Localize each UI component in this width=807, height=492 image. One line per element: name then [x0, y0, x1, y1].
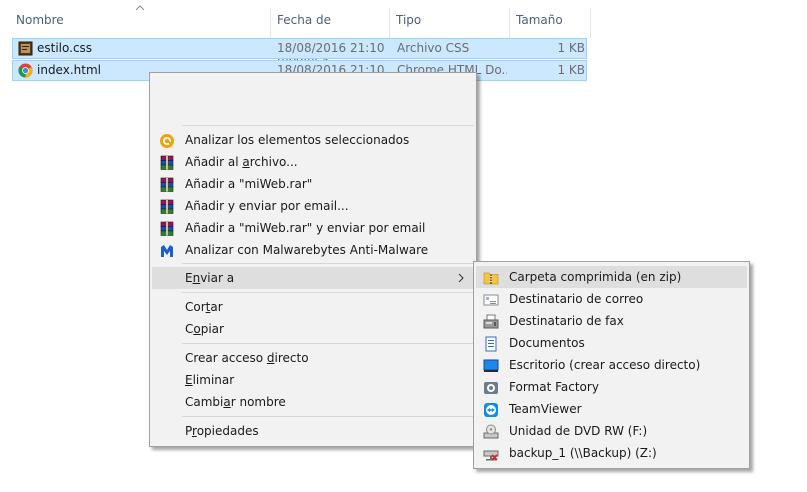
menu-item-label: Cambiar nombre [185, 395, 286, 409]
column-header-row: Nombre Fecha de modifica... Tipo Tamaño [0, 0, 807, 67]
zip-folder-icon [483, 272, 499, 285]
winrar-icon [160, 155, 174, 170]
network-drive-icon [483, 450, 499, 461]
submenu-item-network-drive[interactable]: backup_1 (\\Backup) (Z:) [476, 442, 747, 464]
menu-item-label: Copiar [185, 322, 224, 336]
menu-item-label: Analizar los elementos seleccionados [185, 133, 410, 147]
file-name: estilo.css [37, 41, 93, 55]
menu-item-cambiar-nombre[interactable]: Cambiar nombre [152, 391, 474, 413]
menu-item-label: Añadir al archivo... [185, 155, 298, 169]
submenu-item-label: Documentos [509, 336, 585, 350]
menu-separator [182, 343, 474, 344]
documents-icon [485, 336, 497, 352]
file-row-estilo-css[interactable]: estilo.css 18/08/2016 21:10 Archivo CSS … [12, 38, 587, 59]
format-factory-icon [484, 382, 498, 394]
menu-item-enviar-a[interactable]: Enviar a [152, 267, 474, 289]
submenu-item-dvd-drive[interactable]: Unidad de DVD RW (F:) [476, 420, 747, 442]
submenu-item-label: Unidad de DVD RW (F:) [509, 424, 648, 438]
css-file-icon [18, 41, 33, 56]
menu-separator [182, 416, 474, 417]
menu-item-label: Propiedades [185, 424, 259, 438]
menu-item-anadir-miweb-rar[interactable]: Añadir a "miWeb.rar" [152, 173, 474, 195]
chrome-icon [18, 63, 33, 78]
menu-item-label: Añadir a "miWeb.rar" [185, 177, 313, 191]
submenu-item-label: Destinatario de fax [509, 314, 624, 328]
submenu-item-label: Carpeta comprimida (en zip) [509, 270, 682, 284]
winrar-icon [160, 221, 174, 236]
submenu-item-desktop[interactable]: Escritorio (crear acceso directo) [476, 354, 747, 376]
menu-item-anadir-archivo[interactable]: Añadir al archivo... [152, 151, 474, 173]
context-menu: Analizar los elementos seleccionados Aña… [149, 72, 477, 447]
column-header-type[interactable]: Tipo [390, 0, 509, 38]
file-type: Archivo CSS [397, 41, 470, 55]
winrar-icon [160, 199, 174, 214]
submenu-item-label: backup_1 (\\Backup) (Z:) [509, 446, 657, 460]
column-header-size[interactable]: Tamaño [510, 0, 590, 38]
submenu-item-documents[interactable]: Documentos [476, 332, 747, 354]
winrar-icon [160, 177, 174, 192]
menu-item-propiedades[interactable]: Propiedades [152, 420, 474, 442]
menu-item-crear-acceso-directo[interactable]: Crear acceso directo [152, 347, 474, 369]
submenu-item-label: TeamViewer [509, 402, 582, 416]
chevron-right-icon [458, 273, 464, 283]
submenu-item-mail-recipient[interactable]: Destinatario de correo [476, 288, 747, 310]
malwarebytes-icon [161, 245, 173, 257]
file-name: index.html [37, 63, 101, 77]
menu-item-label: Añadir y enviar por email... [185, 199, 349, 213]
file-size: 1 KB [557, 41, 585, 55]
submenu-item-label: Destinatario de correo [509, 292, 644, 306]
file-date: 18/08/2016 21:10 [277, 41, 385, 55]
menu-item-eliminar[interactable]: Eliminar [152, 369, 474, 391]
menu-item-cortar[interactable]: Cortar [152, 296, 474, 318]
submenu-item-teamviewer[interactable]: TeamViewer [476, 398, 747, 420]
submenu-item-zip-folder[interactable]: Carpeta comprimida (en zip) [476, 266, 747, 288]
dvd-drive-icon [483, 424, 499, 439]
mail-recipient-icon [483, 294, 499, 306]
menu-separator [182, 292, 474, 293]
scan-icon [160, 134, 174, 148]
submenu-item-label: Format Factory [509, 380, 599, 394]
menu-item-anadir-enviar-email[interactable]: Añadir y enviar por email... [152, 195, 474, 217]
menu-item-label: Añadir a "miWeb.rar" y enviar por email [185, 221, 426, 235]
column-header-date[interactable]: Fecha de modifica... [271, 0, 389, 67]
menu-item-label: Enviar a [185, 271, 235, 285]
desktop-icon [483, 359, 499, 372]
submenu-item-fax-recipient[interactable]: Destinatario de fax [476, 310, 747, 332]
file-size: 1 KB [557, 63, 585, 77]
column-divider[interactable] [590, 8, 591, 38]
menu-item-label: Cortar [185, 300, 223, 314]
menu-item-label: Eliminar [185, 373, 235, 387]
menu-item-label: Crear acceso directo [185, 351, 309, 365]
menu-item-malwarebytes[interactable]: Analizar con Malwarebytes Anti-Malware [152, 239, 474, 261]
menu-item-anadir-miweb-enviar-email[interactable]: Añadir a "miWeb.rar" y enviar por email [152, 217, 474, 239]
menu-item-copiar[interactable]: Copiar [152, 318, 474, 340]
menu-separator [182, 263, 474, 264]
menu-separator [182, 125, 474, 126]
submenu-item-format-factory[interactable]: Format Factory [476, 376, 747, 398]
send-to-submenu: Carpeta comprimida (en zip) Destinatario… [473, 261, 750, 469]
column-header-name[interactable]: Nombre [10, 0, 270, 38]
menu-item-analizar-seleccionados[interactable]: Analizar los elementos seleccionados [152, 129, 474, 151]
menu-item-label: Analizar con Malwarebytes Anti-Malware [185, 243, 429, 257]
teamviewer-icon [484, 403, 498, 417]
fax-icon [483, 314, 499, 329]
submenu-item-label: Escritorio (crear acceso directo) [509, 358, 701, 372]
